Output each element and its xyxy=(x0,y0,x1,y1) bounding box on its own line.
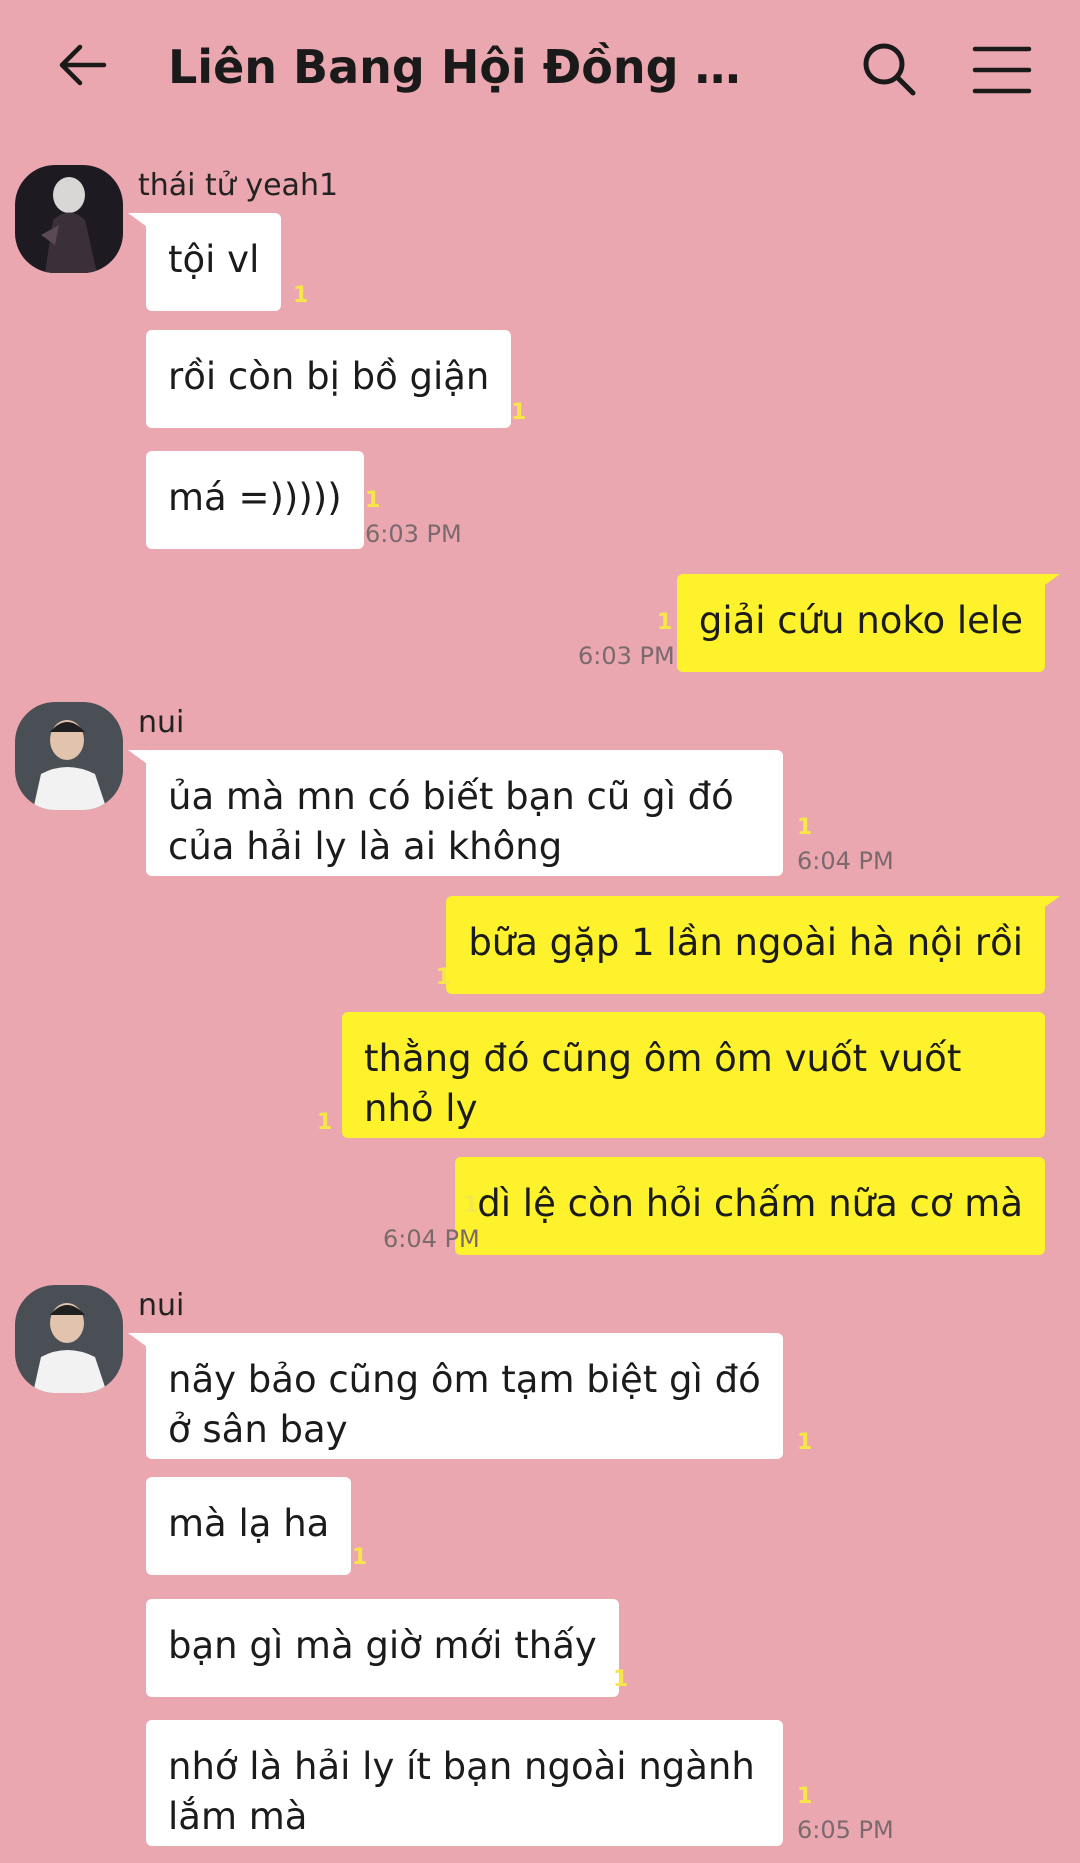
message-bubble[interactable]: nãy bảo cũng ôm tạm biệt gì đó ở sân bay xyxy=(146,1333,783,1459)
message-text: má =))))) xyxy=(168,476,342,519)
avatar-nui[interactable] xyxy=(15,1285,123,1393)
unread-count: 1 xyxy=(352,1545,368,1570)
avatar-thai-tu[interactable] xyxy=(15,165,123,273)
message-text: nhớ là hải ly ít bạn ngoài ngành lắm mà xyxy=(168,1745,755,1838)
unread-count: 1 xyxy=(436,965,452,990)
message-time: 6:04 PM xyxy=(797,847,894,875)
unread-count: 1 xyxy=(797,815,813,840)
menu-button[interactable] xyxy=(965,35,1035,105)
message-time: 6:03 PM xyxy=(365,520,462,548)
message-text: rồi còn bị bồ giận xyxy=(168,355,490,398)
unread-count: 1 xyxy=(293,283,309,308)
unread-count: 1 xyxy=(657,610,673,635)
unread-count: 1 xyxy=(463,1193,479,1218)
unread-count: 1 xyxy=(317,1110,333,1135)
unread-count: 1 xyxy=(613,1667,629,1692)
message-time: 6:05 PM xyxy=(797,1816,894,1844)
arrow-left-icon xyxy=(59,44,107,86)
message-bubble[interactable]: bạn gì mà giờ mới thấy xyxy=(146,1599,619,1697)
message-text: bạn gì mà giờ mới thấy xyxy=(168,1624,597,1667)
message-bubble[interactable]: giải cứu noko lele xyxy=(676,574,1045,672)
message-text: nãy bảo cũng ôm tạm biệt gì đó ở sân bay xyxy=(168,1358,761,1451)
unread-count: 1 xyxy=(511,400,527,425)
message-bubble[interactable]: tội vl xyxy=(146,213,282,311)
message-bubble[interactable]: ủa mà mn có biết bạn cũ gì đó của hải ly… xyxy=(146,750,783,876)
search-button[interactable] xyxy=(855,35,925,105)
avatar-image xyxy=(15,165,123,273)
message-time: 6:03 PM xyxy=(578,642,675,670)
avatar-image xyxy=(15,1285,123,1393)
menu-icon xyxy=(972,46,1032,94)
unread-count: 1 xyxy=(797,1430,813,1455)
message-text: thằng đó cũng ôm ôm vuốt vuốt nhỏ ly xyxy=(364,1037,962,1130)
message-text: mà lạ ha xyxy=(168,1502,330,1545)
message-text: dì lệ còn hỏi chấm nữa cơ mà xyxy=(477,1182,1023,1225)
message-bubble[interactable]: má =))))) xyxy=(146,451,364,549)
top-bar: Liên Bang Hội Đồng Quản... xyxy=(0,0,1080,140)
message-text: tội vl xyxy=(168,238,260,281)
message-bubble[interactable]: bữa gặp 1 lần ngoài hà nội rồi xyxy=(446,896,1045,994)
message-bubble[interactable]: nhớ là hải ly ít bạn ngoài ngành lắm mà xyxy=(146,1720,783,1846)
message-time: 6:04 PM xyxy=(383,1225,480,1253)
unread-count: 1 xyxy=(365,488,381,513)
search-icon xyxy=(863,43,916,96)
message-text: ủa mà mn có biết bạn cũ gì đó của hải ly… xyxy=(168,775,734,868)
message-text: bữa gặp 1 lần ngoài hà nội rồi xyxy=(468,921,1023,964)
chat-title: Liên Bang Hội Đồng Quản... xyxy=(168,40,778,94)
sender-name: thái tử yeah1 xyxy=(138,168,339,203)
message-bubble[interactable]: rồi còn bị bồ giận xyxy=(146,330,512,428)
message-bubble[interactable]: mà lạ ha xyxy=(146,1477,352,1575)
sender-name: nui xyxy=(138,705,185,740)
sender-name: nui xyxy=(138,1288,185,1323)
message-bubble[interactable]: dì lệ còn hỏi chấm nữa cơ mà xyxy=(455,1157,1045,1255)
message-text: giải cứu noko lele xyxy=(698,599,1023,642)
unread-count: 1 xyxy=(797,1784,813,1809)
message-bubble[interactable]: thằng đó cũng ôm ôm vuốt vuốt nhỏ ly xyxy=(342,1012,1045,1138)
back-button[interactable] xyxy=(48,30,118,100)
avatar-nui[interactable] xyxy=(15,702,123,810)
avatar-image xyxy=(15,702,123,810)
